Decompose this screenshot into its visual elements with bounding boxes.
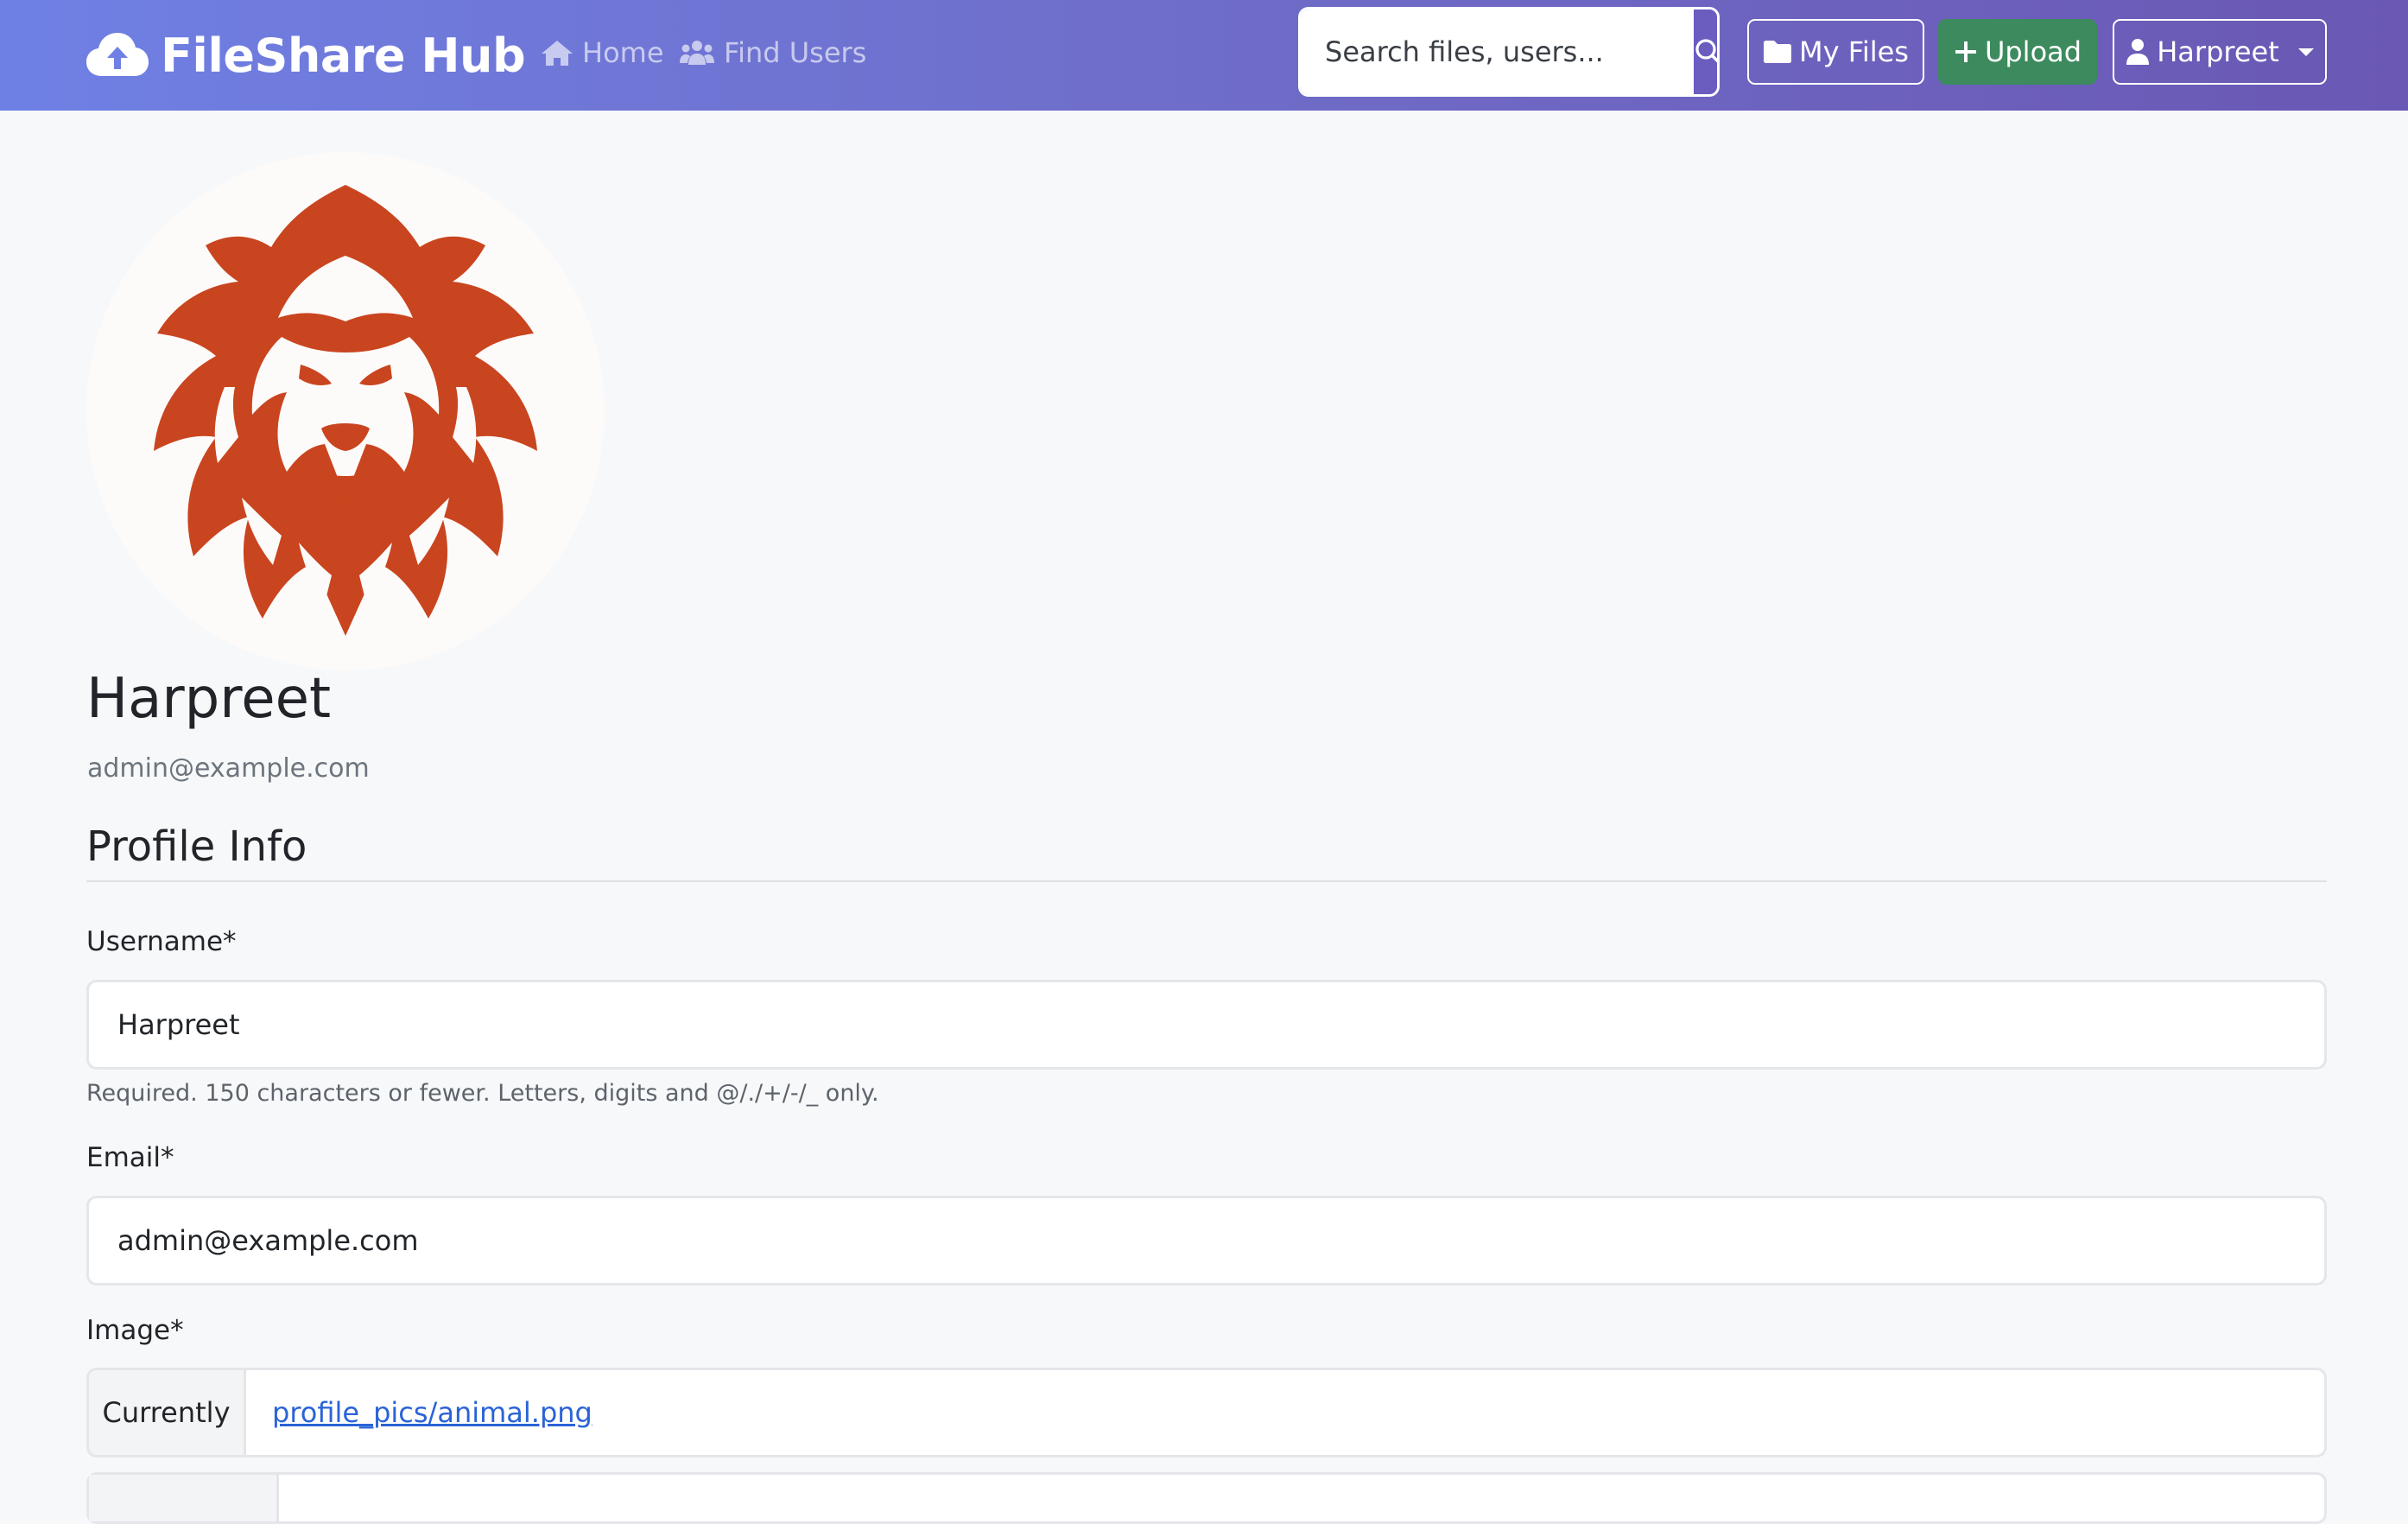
nav-home-label: Home xyxy=(582,36,664,69)
user-icon xyxy=(2126,39,2150,65)
cloud-upload-icon xyxy=(86,33,149,76)
user-menu-button[interactable]: Harpreet xyxy=(2113,19,2327,85)
image-file-input[interactable] xyxy=(86,1472,2327,1524)
search-button[interactable] xyxy=(1694,10,1717,94)
image-current-group: Currently profile_pics/animal.png xyxy=(86,1368,2327,1457)
search-input[interactable] xyxy=(1301,10,1694,94)
nav-find-users-label: Find Users xyxy=(724,36,867,69)
brand-name: FileShare Hub xyxy=(161,28,526,83)
section-title: Profile Info xyxy=(86,822,307,871)
plus-icon xyxy=(1955,41,1976,62)
section-divider xyxy=(86,880,2327,882)
profile-name: Harpreet xyxy=(86,667,332,731)
search-form xyxy=(1298,7,1720,97)
upload-label: Upload xyxy=(1984,35,2082,68)
email-input[interactable]: admin@example.com xyxy=(86,1196,2327,1286)
choose-file-button[interactable] xyxy=(89,1475,279,1521)
username-label: Username* xyxy=(86,926,237,957)
username-help-text: Required. 150 characters or fewer. Lette… xyxy=(86,1080,879,1107)
search-icon xyxy=(1695,39,1717,63)
upload-button[interactable]: Upload xyxy=(1938,19,2097,85)
my-files-label: My Files xyxy=(1799,35,1909,68)
users-icon xyxy=(680,41,714,65)
image-label: Image* xyxy=(86,1315,184,1346)
user-menu-label: Harpreet xyxy=(2157,35,2279,68)
caret-down-icon xyxy=(2297,48,2314,56)
current-image-link[interactable]: profile_pics/animal.png xyxy=(246,1370,592,1455)
nav-find-users-link[interactable]: Find Users xyxy=(679,29,866,76)
top-navbar: FileShare Hub Home Find Users Search fil… xyxy=(0,0,2408,111)
my-files-button[interactable]: My Files xyxy=(1747,19,1924,85)
profile-avatar xyxy=(86,152,605,670)
email-value: admin@example.com xyxy=(117,1224,419,1257)
home-icon xyxy=(542,41,573,66)
folder-icon xyxy=(1764,41,1792,63)
profile-email: admin@example.com xyxy=(87,753,370,784)
image-currently-label: Currently xyxy=(89,1370,246,1455)
username-input[interactable]: Harpreet xyxy=(86,980,2327,1070)
brand-link[interactable]: FileShare Hub xyxy=(86,21,526,90)
lion-avatar-image xyxy=(154,185,537,636)
email-label: Email* xyxy=(86,1142,174,1173)
nav-home-link[interactable]: Home xyxy=(541,29,664,76)
username-value: Harpreet xyxy=(117,1008,240,1041)
